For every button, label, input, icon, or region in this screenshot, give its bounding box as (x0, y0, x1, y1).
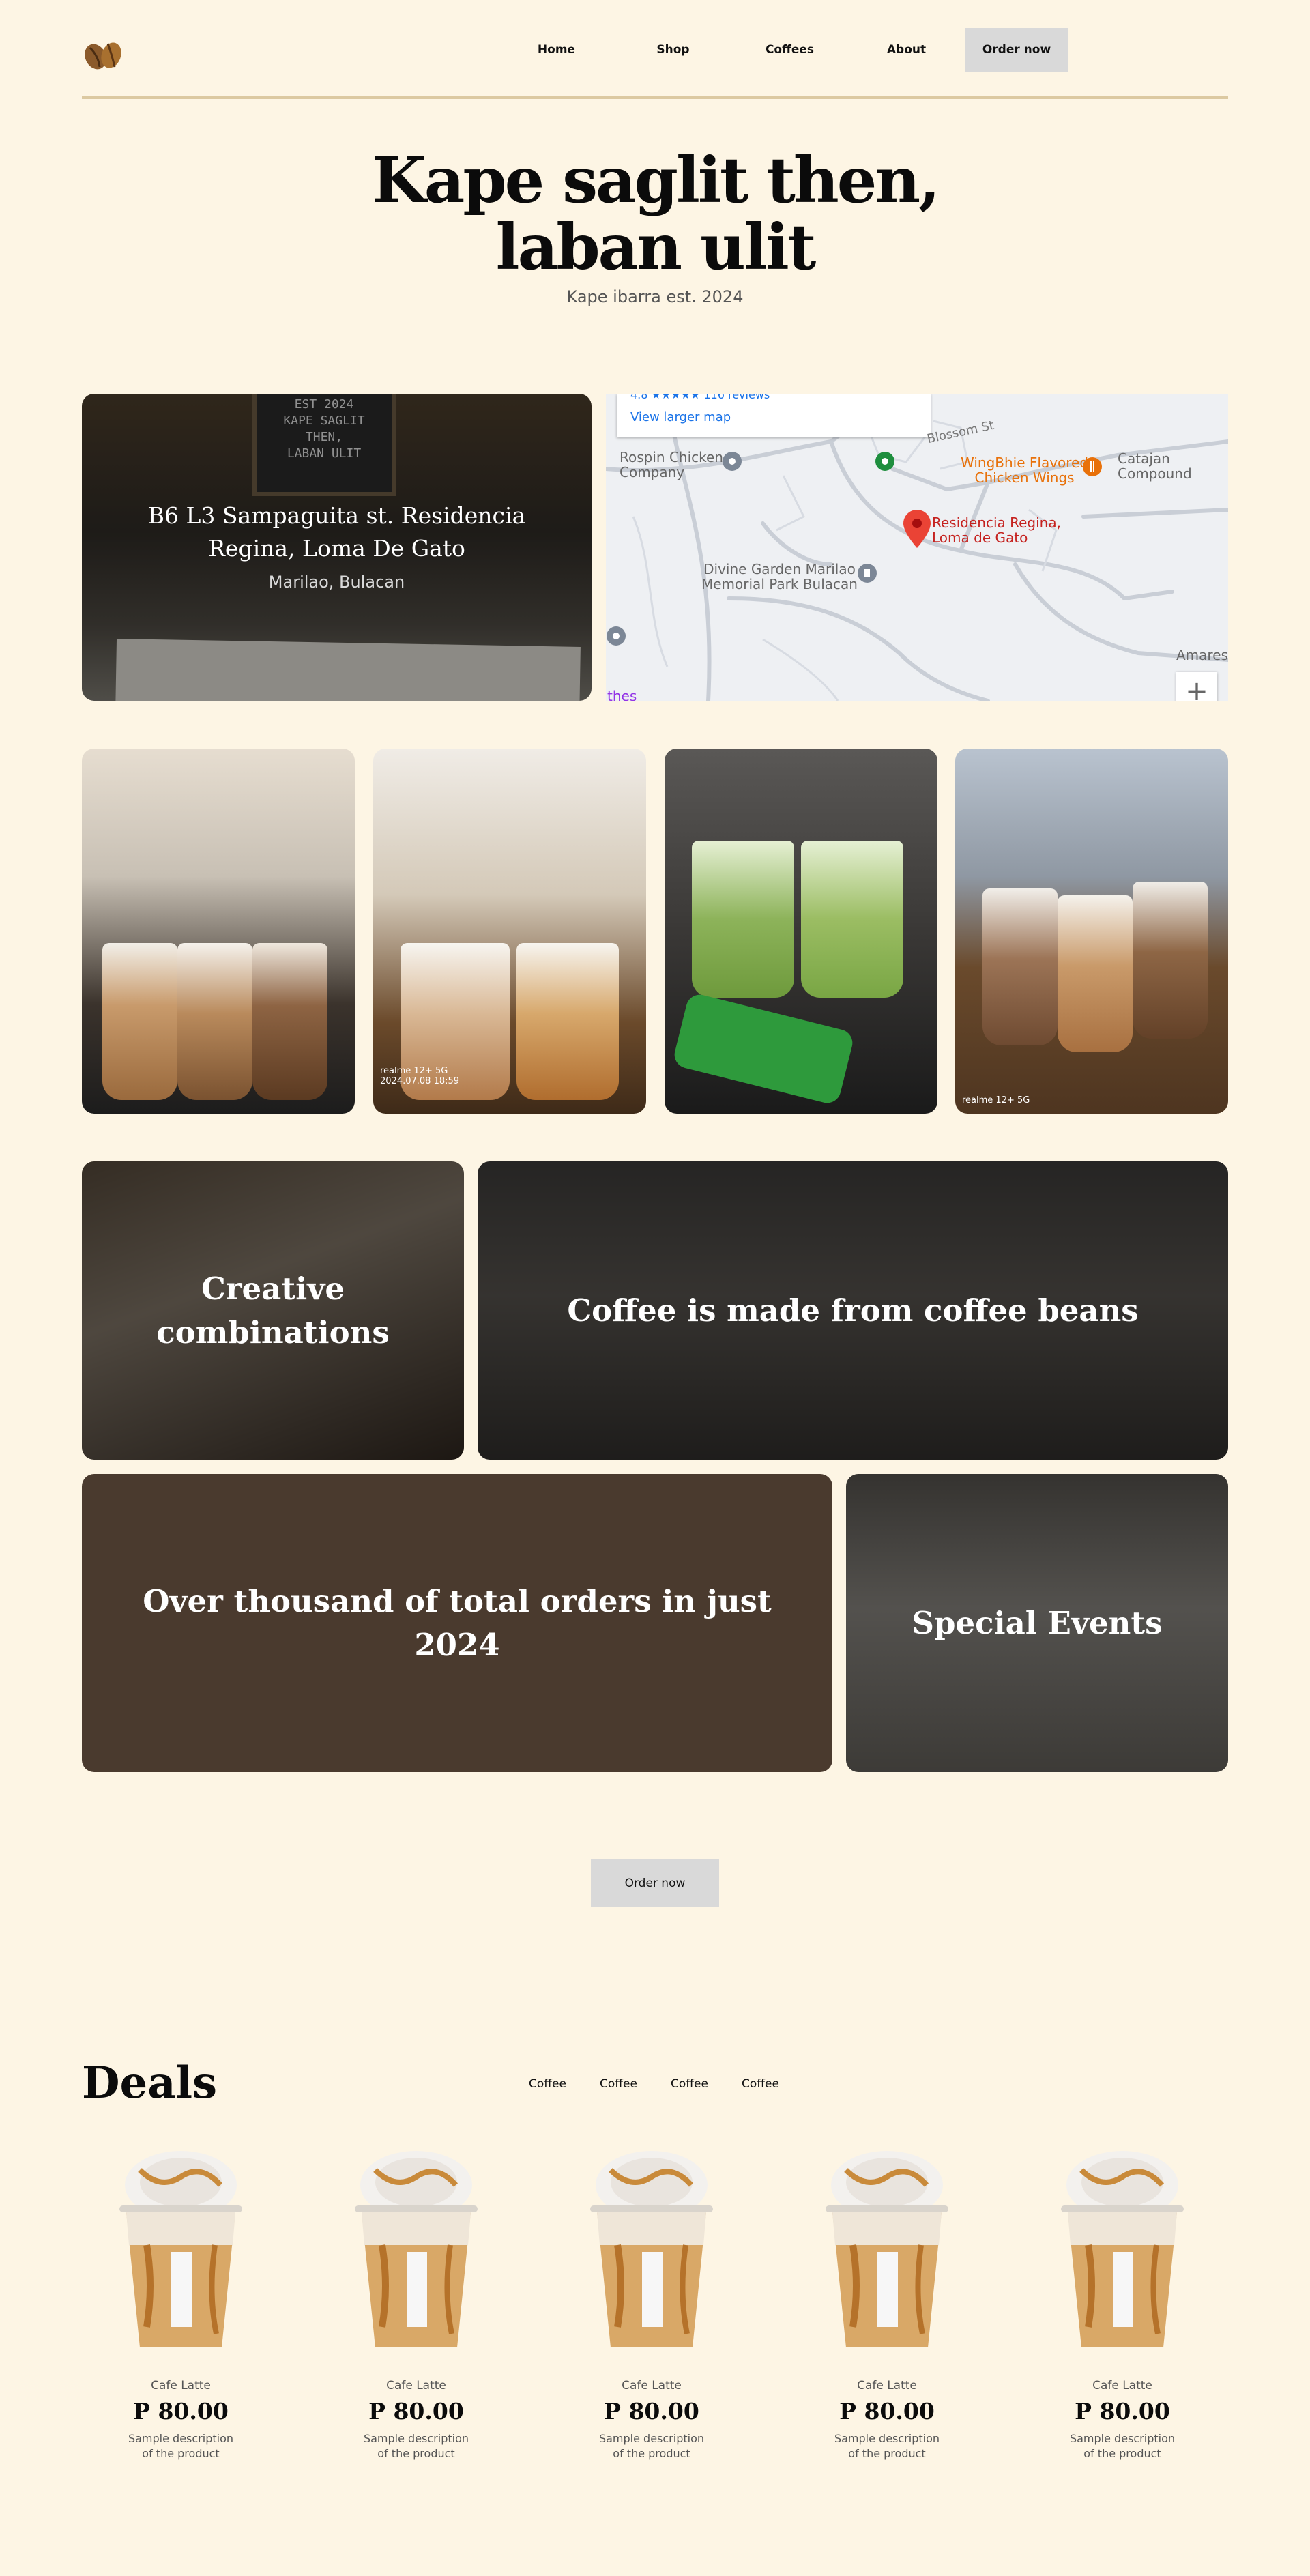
candy-pack (671, 992, 856, 1106)
hero-subtitle: Kape ibarra est. 2024 (566, 287, 744, 306)
location-card: EST 2024 KAPE SAGLIT THEN, LABAN ULIT B6… (82, 394, 592, 701)
product-card[interactable]: Cafe Latte P 80.00 Sample description of t… (1040, 2150, 1204, 2461)
drink-cup (102, 943, 177, 1100)
map-label-wingbhie: WingBhie Flavored Chicken Wings (961, 454, 1089, 486)
map-pin-icon[interactable] (903, 510, 931, 548)
deals-filters: Coffee Coffee Coffee Coffee (529, 2077, 813, 2091)
product-card[interactable]: Cafe Latte P 80.00 Sample description of t… (570, 2150, 733, 2461)
hero-title-line-1: Kape saglit then, (371, 143, 940, 217)
poi-icon (723, 452, 742, 471)
order-now-button[interactable]: Order now (591, 1859, 719, 1907)
photo-card (82, 749, 355, 1114)
feature-creative-combinations: Creative combinations (82, 1161, 464, 1460)
product-image[interactable] (334, 2150, 498, 2354)
drink-cup (1058, 895, 1133, 1052)
photo-card: realme 12+ 5G 2024.07.08 18:59 (373, 749, 646, 1114)
map-label-divine: Divine Garden Marilao Memorial Park Bula… (701, 561, 858, 592)
product-card[interactable]: Cafe Latte P 80.00 Sample description of t… (805, 2150, 969, 2461)
product-image[interactable] (805, 2150, 969, 2354)
feature-text: Coffee is made from coffee beans (567, 1292, 1139, 1329)
feature-text: Creative combinations (156, 1270, 390, 1350)
feature-text: Over thousand of total orders in just 20… (143, 1582, 772, 1663)
product-description: Sample description of the product (834, 2432, 940, 2460)
memorial-icon (858, 564, 877, 583)
filter-tab[interactable]: Coffee (600, 2077, 671, 2091)
product-name: Cafe Latte (622, 2379, 682, 2392)
product-description: Sample description of the product (598, 2432, 705, 2460)
product-name: Cafe Latte (151, 2379, 211, 2392)
map-label-rospin: Rospin Chicken Company (620, 449, 723, 480)
filter-tab[interactable]: Coffee (671, 2077, 742, 2091)
nav-divider (82, 96, 1228, 99)
drink-cup (982, 888, 1058, 1045)
product-description: Sample description of the product (1069, 2432, 1176, 2460)
map-label-amares: Amares (1176, 647, 1228, 663)
drink-cup (801, 841, 903, 998)
location-city: Marilao, Bulacan (268, 573, 405, 592)
restaurant-icon (1083, 457, 1102, 476)
poi-icon (875, 452, 894, 471)
product-name: Cafe Latte (1092, 2379, 1152, 2392)
nav-about-link[interactable]: About (848, 43, 965, 57)
photo-card (665, 749, 937, 1114)
hero-title: Kape saglit then, laban ulit (0, 147, 1310, 280)
feature-coffee-beans: Coffee is made from coffee beans (478, 1161, 1228, 1460)
nav-coffees-link[interactable]: Coffees (731, 43, 848, 57)
product-name: Cafe Latte (386, 2379, 446, 2392)
product-card[interactable]: Cafe Latte P 80.00 Sample description of t… (99, 2150, 263, 2461)
drink-cup (252, 943, 328, 1100)
drink-cup (516, 943, 619, 1100)
map-label-catajan: Catajan Compound (1118, 450, 1192, 482)
drink-cup (1133, 882, 1208, 1039)
filter-tab[interactable]: Coffee (529, 2077, 600, 2091)
product-price: P 80.00 (133, 2398, 229, 2425)
filter-tab[interactable]: Coffee (742, 2077, 813, 2091)
map-rating: 4.8 ★★★★★ 116 reviews (630, 394, 770, 401)
nav-order-now-button[interactable]: Order now (965, 27, 1068, 72)
zoom-plus-icon[interactable]: + (1176, 672, 1217, 701)
map-info-box: 4.8 ★★★★★ 116 reviews View larger map (617, 394, 931, 437)
product-image[interactable] (570, 2150, 733, 2354)
product-description: Sample description of the product (128, 2432, 234, 2460)
product-image[interactable] (1040, 2150, 1204, 2354)
map-label-thes: thes (607, 688, 637, 701)
view-larger-map-link[interactable]: View larger map (630, 410, 731, 424)
drink-cup (692, 841, 794, 998)
drink-cup (177, 943, 252, 1100)
product-price: P 80.00 (368, 2398, 464, 2425)
feature-total-orders: Over thousand of total orders in just 20… (82, 1474, 832, 1772)
map-label-residencia: Residencia Regina, Loma de Gato (932, 515, 1061, 546)
nav-shop-link[interactable]: Shop (615, 43, 731, 57)
product-description: Sample description of the product (363, 2432, 469, 2460)
coffee-beans-logo-icon[interactable] (82, 40, 124, 71)
product-price: P 80.00 (839, 2398, 935, 2425)
photo-card: realme 12+ 5G (955, 749, 1228, 1114)
poi-icon (607, 626, 626, 646)
location-address: B6 L3 Sampaguita st. Residencia Regina, … (147, 502, 526, 562)
embedded-map[interactable]: 4.8 ★★★★★ 116 reviews View larger map Ro… (606, 394, 1228, 701)
feature-special-events: Special Events (846, 1474, 1228, 1772)
product-name: Cafe Latte (857, 2379, 917, 2392)
deals-title: Deals (82, 2057, 218, 2109)
hero-title-line-2: laban ulit (495, 210, 817, 284)
product-image[interactable] (99, 2150, 263, 2354)
product-card[interactable]: Cafe Latte P 80.00 Sample description of t… (334, 2150, 498, 2461)
product-price: P 80.00 (604, 2398, 699, 2425)
product-price: P 80.00 (1075, 2398, 1170, 2425)
nav-links: Home Shop Coffees About Order now (498, 27, 1068, 72)
top-nav: Home Shop Coffees About Order now (82, 27, 1228, 72)
feature-text: Special Events (912, 1604, 1163, 1641)
photo-caption: realme 12+ 5G (962, 1095, 1030, 1105)
nav-home-link[interactable]: Home (498, 43, 615, 57)
photo-caption: realme 12+ 5G 2024.07.08 18:59 (380, 1066, 460, 1086)
